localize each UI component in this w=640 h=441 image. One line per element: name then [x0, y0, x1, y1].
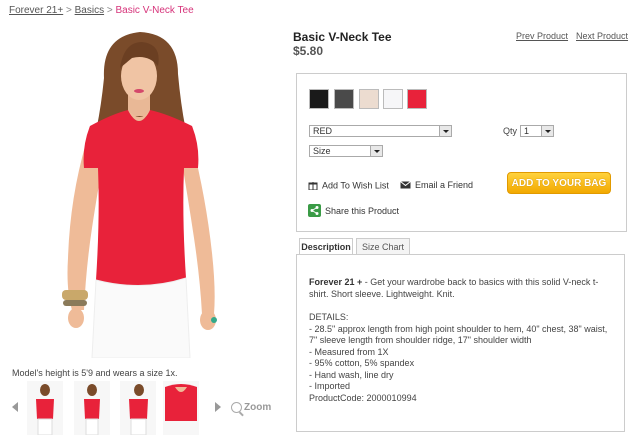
- details-heading: DETAILS:: [309, 312, 349, 322]
- color-swatch-white[interactable]: [383, 89, 403, 109]
- color-select[interactable]: RED: [309, 125, 452, 137]
- product-price: $5.80: [293, 44, 324, 58]
- qty-label: Qty: [503, 126, 518, 136]
- details-item: - Imported: [309, 381, 351, 391]
- description-brand: Forever 21 +: [309, 277, 363, 287]
- share-icon: [308, 204, 321, 219]
- chevron-down-icon: [370, 146, 382, 156]
- color-select-value: RED: [313, 126, 333, 136]
- zoom-button[interactable]: Zoom: [231, 402, 271, 413]
- breadcrumb: Forever 21+ > Basics > Basic V-Neck Tee: [9, 5, 194, 16]
- details-item: - 28.5" approx length from high point sh…: [309, 323, 608, 346]
- model-size-caption: Model's height is 5'9 and wears a size 1…: [12, 368, 178, 378]
- thumbnail-image[interactable]: [163, 381, 199, 435]
- next-product-link[interactable]: Next Product: [576, 31, 628, 41]
- tab-description[interactable]: Description: [299, 238, 353, 254]
- email-friend-button[interactable]: Email a Friend: [400, 180, 473, 191]
- thumbnail-prev-arrow-icon[interactable]: [12, 402, 18, 412]
- zoom-label: Zoom: [244, 402, 272, 414]
- prev-product-link[interactable]: Prev Product: [516, 31, 568, 41]
- product-main-image[interactable]: [32, 28, 247, 358]
- email-friend-label: Email a Friend: [415, 180, 474, 190]
- qty-select[interactable]: 1: [520, 125, 554, 137]
- color-swatch-red[interactable]: [407, 89, 427, 109]
- description-panel: Forever 21 + - Get your wardrobe back to…: [296, 254, 625, 432]
- product-options-panel: RED Qty 1 Size Add To Wish List Email a …: [296, 73, 627, 232]
- magnifier-icon: [231, 402, 242, 413]
- share-product-button[interactable]: Share this Product: [308, 204, 399, 219]
- qty-select-value: 1: [524, 126, 530, 136]
- description-summary: Forever 21 + - Get your wardrobe back to…: [309, 277, 612, 300]
- wishlist-label: Add To Wish List: [322, 180, 389, 191]
- product-code: ProductCode: 2000010994: [309, 392, 417, 403]
- color-swatch-charcoal[interactable]: [334, 89, 354, 109]
- size-select[interactable]: Size: [309, 145, 383, 157]
- breadcrumb-separator: >: [65, 5, 72, 16]
- chevron-down-icon: [541, 126, 553, 136]
- tab-size-chart[interactable]: Size Chart: [356, 238, 410, 254]
- thumbnail-image[interactable]: [27, 381, 63, 436]
- breadcrumb-separator: >: [106, 5, 113, 16]
- thumbnail-image[interactable]: [74, 381, 110, 436]
- color-swatch-beige[interactable]: [359, 89, 379, 109]
- share-label: Share this Product: [325, 205, 400, 216]
- details-item: - 95% cotton, 5% spandex: [309, 358, 415, 368]
- size-select-value: Size: [313, 146, 331, 156]
- breadcrumb-current: Basic V-Neck Tee: [115, 5, 194, 16]
- breadcrumb-link-basics[interactable]: Basics: [75, 5, 104, 16]
- chevron-down-icon: [439, 126, 451, 136]
- thumbnail-next-arrow-icon[interactable]: [215, 402, 221, 412]
- details-item: - Hand wash, line dry: [309, 369, 394, 380]
- product-title: Basic V-Neck Tee: [293, 30, 392, 44]
- gift-icon: [308, 180, 318, 192]
- breadcrumb-link-forever21plus[interactable]: Forever 21+: [9, 5, 63, 16]
- details-list: DETAILS: - 28.5" approx length from high…: [309, 312, 612, 404]
- envelope-icon: [400, 180, 411, 191]
- add-to-bag-button[interactable]: ADD TO YOUR BAG: [507, 172, 611, 194]
- thumbnail-image[interactable]: [120, 381, 156, 436]
- details-item: - Measured from 1X: [309, 346, 389, 357]
- add-to-wishlist-button[interactable]: Add To Wish List: [308, 180, 389, 192]
- color-swatch-black[interactable]: [309, 89, 329, 109]
